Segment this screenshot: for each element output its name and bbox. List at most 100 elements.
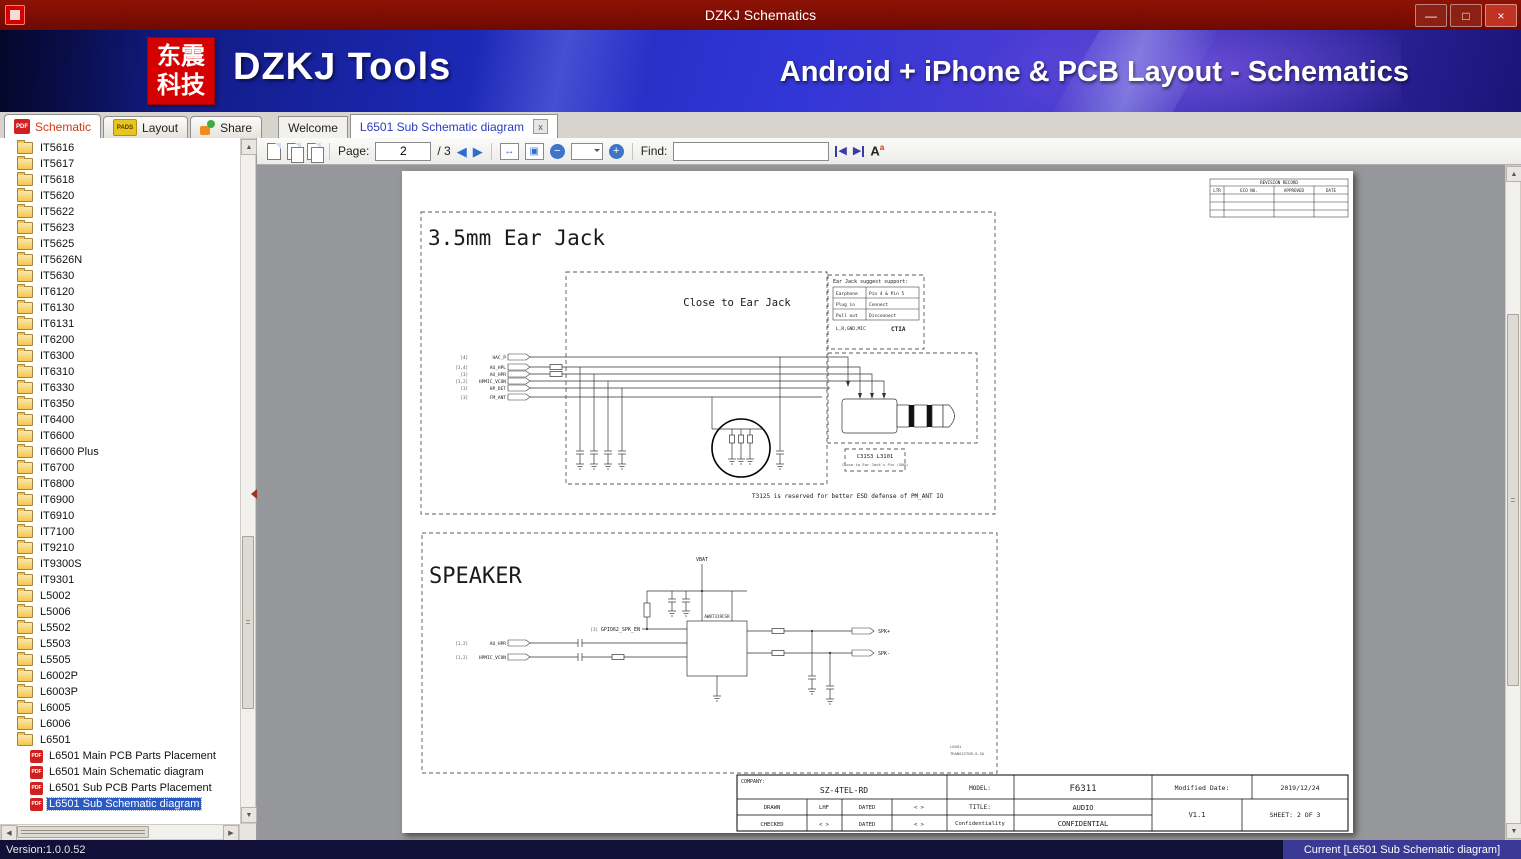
view-continuous-icon[interactable]: [307, 142, 324, 163]
tree-folder-item[interactable]: IT6600: [0, 428, 240, 444]
folder-icon: [17, 524, 33, 538]
tab-share[interactable]: Share: [190, 116, 263, 138]
tree-folder-item[interactable]: L6005: [0, 700, 240, 716]
sidebar-horizontal-scrollbar[interactable]: ◀ ▶: [0, 824, 240, 841]
tree-folder-item[interactable]: IT6330: [0, 380, 240, 396]
tree-pdf-item[interactable]: PDF L6501 Sub PCB Parts Placement: [0, 780, 240, 796]
scroll-down-icon[interactable]: ▼: [1506, 823, 1521, 839]
tab-welcome[interactable]: Welcome: [278, 116, 348, 138]
tree-folder-item[interactable]: L5505: [0, 652, 240, 668]
maximize-button[interactable]: □: [1450, 4, 1482, 27]
model-value: F6311: [1069, 784, 1096, 794]
tree-folder-item[interactable]: IT5623: [0, 220, 240, 236]
pdf-canvas[interactable]: REVISION RECORD LTR ECO NO. APPROVED DAT…: [257, 165, 1505, 840]
tree-folder-item[interactable]: IT9300S: [0, 556, 240, 572]
tree-folder-item[interactable]: IT5620: [0, 188, 240, 204]
scroll-up-icon[interactable]: ▲: [241, 139, 257, 155]
tree-folder-item[interactable]: IT5630: [0, 268, 240, 284]
text-size-icon[interactable]: Aa: [870, 143, 884, 158]
tree-folder-item[interactable]: IT6300: [0, 348, 240, 364]
view-facing-pages-icon[interactable]: [287, 142, 304, 163]
sidebar-scroll-thumb[interactable]: [242, 535, 254, 709]
tree-folder-item[interactable]: IT6350: [0, 396, 240, 412]
view-single-page-icon[interactable]: [267, 142, 281, 160]
svg-text:[4]: [4]: [460, 355, 468, 360]
tree-folder-item[interactable]: IT7100: [0, 524, 240, 540]
tree-folder-item[interactable]: IT6400: [0, 412, 240, 428]
tab-layout-label: Layout: [142, 120, 179, 135]
tab-welcome-label: Welcome: [288, 120, 338, 135]
tab-schematic[interactable]: PDF Schematic: [4, 114, 102, 138]
tree-folder-item[interactable]: IT5617: [0, 156, 240, 172]
zoom-level-select[interactable]: [570, 142, 603, 160]
tab-layout[interactable]: PADS Layout: [103, 116, 189, 138]
tree-folder-item[interactable]: IT6200: [0, 332, 240, 348]
tree-folder-item[interactable]: IT5622: [0, 204, 240, 220]
tree-folder-item[interactable]: L6003P: [0, 684, 240, 700]
page-label: Page:: [338, 144, 370, 158]
tree-pdf-item[interactable]: PDF L6501 Main PCB Parts Placement: [0, 748, 240, 764]
tree-folder-item[interactable]: L5503: [0, 636, 240, 652]
svg-text:ECO NO.: ECO NO.: [1240, 188, 1258, 193]
zoom-out-icon[interactable]: −: [549, 143, 565, 159]
tree-folder-item[interactable]: IT6131: [0, 316, 240, 332]
svg-text:< >: < >: [914, 805, 925, 811]
tree-pdf-item[interactable]: PDF L6501 Main Schematic diagram: [0, 764, 240, 780]
svg-text:Disconnect: Disconnect: [869, 313, 896, 319]
folder-icon: [17, 620, 33, 634]
fit-page-icon[interactable]: ▣: [524, 142, 544, 160]
close-button[interactable]: ×: [1485, 4, 1517, 27]
tree-folder-item[interactable]: IT5625: [0, 236, 240, 252]
sidebar-hscroll-thumb[interactable]: [17, 826, 149, 838]
fit-width-icon[interactable]: ↔: [499, 142, 519, 160]
header-banner: 东震 科技 DZKJ Tools Android + iPhone & PCB …: [0, 30, 1521, 112]
tree-folder-item[interactable]: IT6800: [0, 476, 240, 492]
tree-folder-item[interactable]: L6002P: [0, 668, 240, 684]
pdf-viewer: Page: / 3 ◀ ▶ ↔ ▣ − + Find: ◀ ▶ Aa: [257, 138, 1521, 840]
tree-folder-item[interactable]: IT5626N: [0, 252, 240, 268]
next-page-icon[interactable]: ▶: [473, 145, 483, 158]
tree-folder-item[interactable]: L6501: [0, 732, 240, 748]
tree-pdf-label: L6501 Main PCB Parts Placement: [49, 750, 216, 762]
find-previous-icon[interactable]: ◀: [835, 145, 847, 157]
tree-folder-item[interactable]: IT6910: [0, 508, 240, 524]
tree-folder-item[interactable]: IT5618: [0, 172, 240, 188]
tree-folder-label: IT5618: [40, 174, 75, 186]
zoom-in-icon[interactable]: +: [608, 143, 624, 159]
tree-folder-item[interactable]: L5002: [0, 588, 240, 604]
tree-folder-item[interactable]: IT6310: [0, 364, 240, 380]
folder-icon: [17, 316, 33, 330]
find-input[interactable]: [673, 141, 830, 161]
tree-folder-item[interactable]: IT6700: [0, 460, 240, 476]
tree-folder-item[interactable]: IT6900: [0, 492, 240, 508]
tree-folder-item[interactable]: IT6130: [0, 300, 240, 316]
find-next-icon[interactable]: ▶: [853, 145, 865, 157]
tree-folder-item[interactable]: IT6120: [0, 284, 240, 300]
tree-folder-item[interactable]: IT9301: [0, 572, 240, 588]
earjack-callout: C3153 L3101 Close to Ear Jack's Pin (GND…: [842, 448, 908, 472]
tab-document[interactable]: L6501 Sub Schematic diagram x: [349, 114, 558, 138]
tree-pdf-item[interactable]: PDF L6501 Sub Schematic diagram: [0, 796, 240, 812]
page-number-input[interactable]: [375, 141, 432, 161]
folder-icon: [17, 476, 33, 490]
toolbar-separator: [490, 142, 492, 160]
minimize-button[interactable]: —: [1415, 4, 1447, 27]
tree-folder-item[interactable]: L6006: [0, 716, 240, 732]
viewer-vertical-scrollbar[interactable]: ▲ ▼: [1505, 165, 1521, 840]
viewer-scroll-thumb[interactable]: [1507, 314, 1519, 687]
tree-folder-item[interactable]: L5502: [0, 620, 240, 636]
tree-folder-item[interactable]: IT5616: [0, 140, 240, 156]
scroll-left-icon[interactable]: ◀: [1, 825, 17, 841]
scroll-right-icon[interactable]: ▶: [223, 825, 239, 841]
tree-folder-item[interactable]: IT9210: [0, 540, 240, 556]
close-tab-icon[interactable]: x: [533, 119, 548, 134]
sidebar-vertical-scrollbar[interactable]: ▲ ▼: [240, 138, 257, 824]
previous-page-icon[interactable]: ◀: [457, 145, 467, 158]
tree-folder-label: IT6910: [40, 510, 75, 522]
scroll-down-icon[interactable]: ▼: [241, 807, 257, 823]
sidebar-collapse-handle[interactable]: [251, 489, 257, 499]
svg-text:DATED: DATED: [859, 805, 876, 811]
tree-folder-item[interactable]: IT6600 Plus: [0, 444, 240, 460]
scroll-up-icon[interactable]: ▲: [1506, 166, 1521, 182]
tree-folder-item[interactable]: L5006: [0, 604, 240, 620]
